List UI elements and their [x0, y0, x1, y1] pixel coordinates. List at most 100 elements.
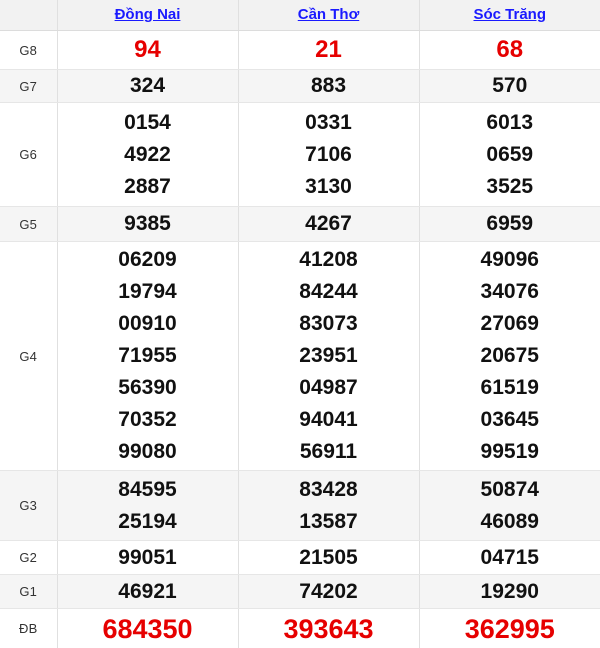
prize-number: 04715: [420, 542, 600, 574]
prize-number: 4267: [239, 208, 419, 240]
province-link-can-tho[interactable]: Cần Thơ: [298, 6, 360, 24]
prize-label-g3: G3: [0, 471, 57, 541]
prize-number: 2887: [58, 171, 238, 203]
prize-number: 6959: [420, 208, 600, 240]
table-row: ĐB684350393643362995: [0, 609, 600, 648]
prize-number: 84595: [58, 474, 238, 506]
prize-cell: 19290: [419, 575, 600, 609]
prize-cell: 21505: [238, 541, 419, 575]
prize-cell: 41208842448307323951049879404156911: [238, 242, 419, 471]
header-cell-province-1: Đồng Nai: [57, 0, 238, 31]
prize-number: 84244: [239, 276, 419, 308]
prize-cell: 99051: [57, 541, 238, 575]
prize-number: 324: [58, 70, 238, 102]
prize-cell: 684350: [57, 609, 238, 648]
prize-number: 56911: [239, 436, 419, 468]
prize-number: 99051: [58, 542, 238, 574]
table-row: G1469217420219290: [0, 575, 600, 609]
prize-cell: 74202: [238, 575, 419, 609]
prize-number: 46089: [420, 506, 600, 538]
prize-number: 21505: [239, 542, 419, 574]
prize-cell: 06209197940091071955563907035299080: [57, 242, 238, 471]
prize-number: 393643: [239, 613, 419, 645]
prize-number: 4922: [58, 139, 238, 171]
prize-number: 70352: [58, 404, 238, 436]
prize-number: 83073: [239, 308, 419, 340]
prize-label-g7: G7: [0, 70, 57, 103]
prize-number: 883: [239, 70, 419, 102]
prize-number: 50874: [420, 474, 600, 506]
prize-label-g4: G4: [0, 242, 57, 471]
prize-number: 19290: [420, 576, 600, 608]
prize-number: 23951: [239, 340, 419, 372]
prize-number: 00910: [58, 308, 238, 340]
header-cell-province-3: Sóc Trăng: [419, 0, 600, 31]
table-row: G8942168: [0, 31, 600, 70]
prize-number: 684350: [58, 613, 238, 645]
prize-label-db: ĐB: [0, 609, 57, 648]
table-body: G8942168G7324883570G60154492228870331710…: [0, 31, 600, 648]
table-row: G7324883570: [0, 70, 600, 103]
header-cell-province-2: Cần Thơ: [238, 0, 419, 31]
header-row: Đồng Nai Cần Thơ Sóc Trăng: [0, 0, 600, 31]
prize-cell: 033171063130: [238, 103, 419, 207]
prize-cell: 5087446089: [419, 471, 600, 541]
prize-cell: 04715: [419, 541, 600, 575]
prize-cell: 8459525194: [57, 471, 238, 541]
prize-number: 0659: [420, 139, 600, 171]
prize-number: 49096: [420, 244, 600, 276]
prize-number: 3130: [239, 171, 419, 203]
prize-number: 56390: [58, 372, 238, 404]
prize-cell: 46921: [57, 575, 238, 609]
prize-label-g2: G2: [0, 541, 57, 575]
prize-number: 362995: [420, 613, 600, 645]
prize-number: 25194: [58, 506, 238, 538]
prize-number: 21: [239, 34, 419, 66]
prize-number: 68: [420, 34, 600, 66]
prize-cell: 015449222887: [57, 103, 238, 207]
prize-number: 9385: [58, 208, 238, 240]
prize-cell: 8342813587: [238, 471, 419, 541]
prize-number: 41208: [239, 244, 419, 276]
prize-number: 7106: [239, 139, 419, 171]
province-link-dong-nai[interactable]: Đồng Nai: [115, 6, 181, 24]
province-link-soc-trang[interactable]: Sóc Trăng: [473, 6, 546, 24]
prize-number: 04987: [239, 372, 419, 404]
table-header: Đồng Nai Cần Thơ Sóc Trăng: [0, 0, 600, 31]
prize-number: 34076: [420, 276, 600, 308]
prize-cell: 68: [419, 31, 600, 70]
prize-cell: 570: [419, 70, 600, 103]
prize-number: 61519: [420, 372, 600, 404]
prize-label-g5: G5: [0, 207, 57, 242]
prize-number: 570: [420, 70, 600, 102]
table-row: G3845952519483428135875087446089: [0, 471, 600, 541]
prize-number: 99519: [420, 436, 600, 468]
prize-number: 13587: [239, 506, 419, 538]
prize-number: 0154: [58, 107, 238, 139]
table-row: G406209197940091071955563907035299080412…: [0, 242, 600, 471]
prize-cell: 49096340762706920675615190364599519: [419, 242, 600, 471]
prize-cell: 21: [238, 31, 419, 70]
prize-cell: 883: [238, 70, 419, 103]
header-corner-cell: [0, 0, 57, 31]
prize-number: 27069: [420, 308, 600, 340]
prize-label-g1: G1: [0, 575, 57, 609]
table-row: G5938542676959: [0, 207, 600, 242]
prize-cell: 6959: [419, 207, 600, 242]
prize-number: 99080: [58, 436, 238, 468]
table-row: G6015449222887033171063130601306593525: [0, 103, 600, 207]
prize-cell: 4267: [238, 207, 419, 242]
prize-number: 3525: [420, 171, 600, 203]
prize-number: 94: [58, 34, 238, 66]
prize-number: 83428: [239, 474, 419, 506]
prize-label-g8: G8: [0, 31, 57, 70]
prize-number: 19794: [58, 276, 238, 308]
prize-cell: 393643: [238, 609, 419, 648]
prize-cell: 324: [57, 70, 238, 103]
prize-number: 20675: [420, 340, 600, 372]
prize-cell: 601306593525: [419, 103, 600, 207]
prize-cell: 362995: [419, 609, 600, 648]
prize-number: 06209: [58, 244, 238, 276]
prize-number: 74202: [239, 576, 419, 608]
table-row: G2990512150504715: [0, 541, 600, 575]
